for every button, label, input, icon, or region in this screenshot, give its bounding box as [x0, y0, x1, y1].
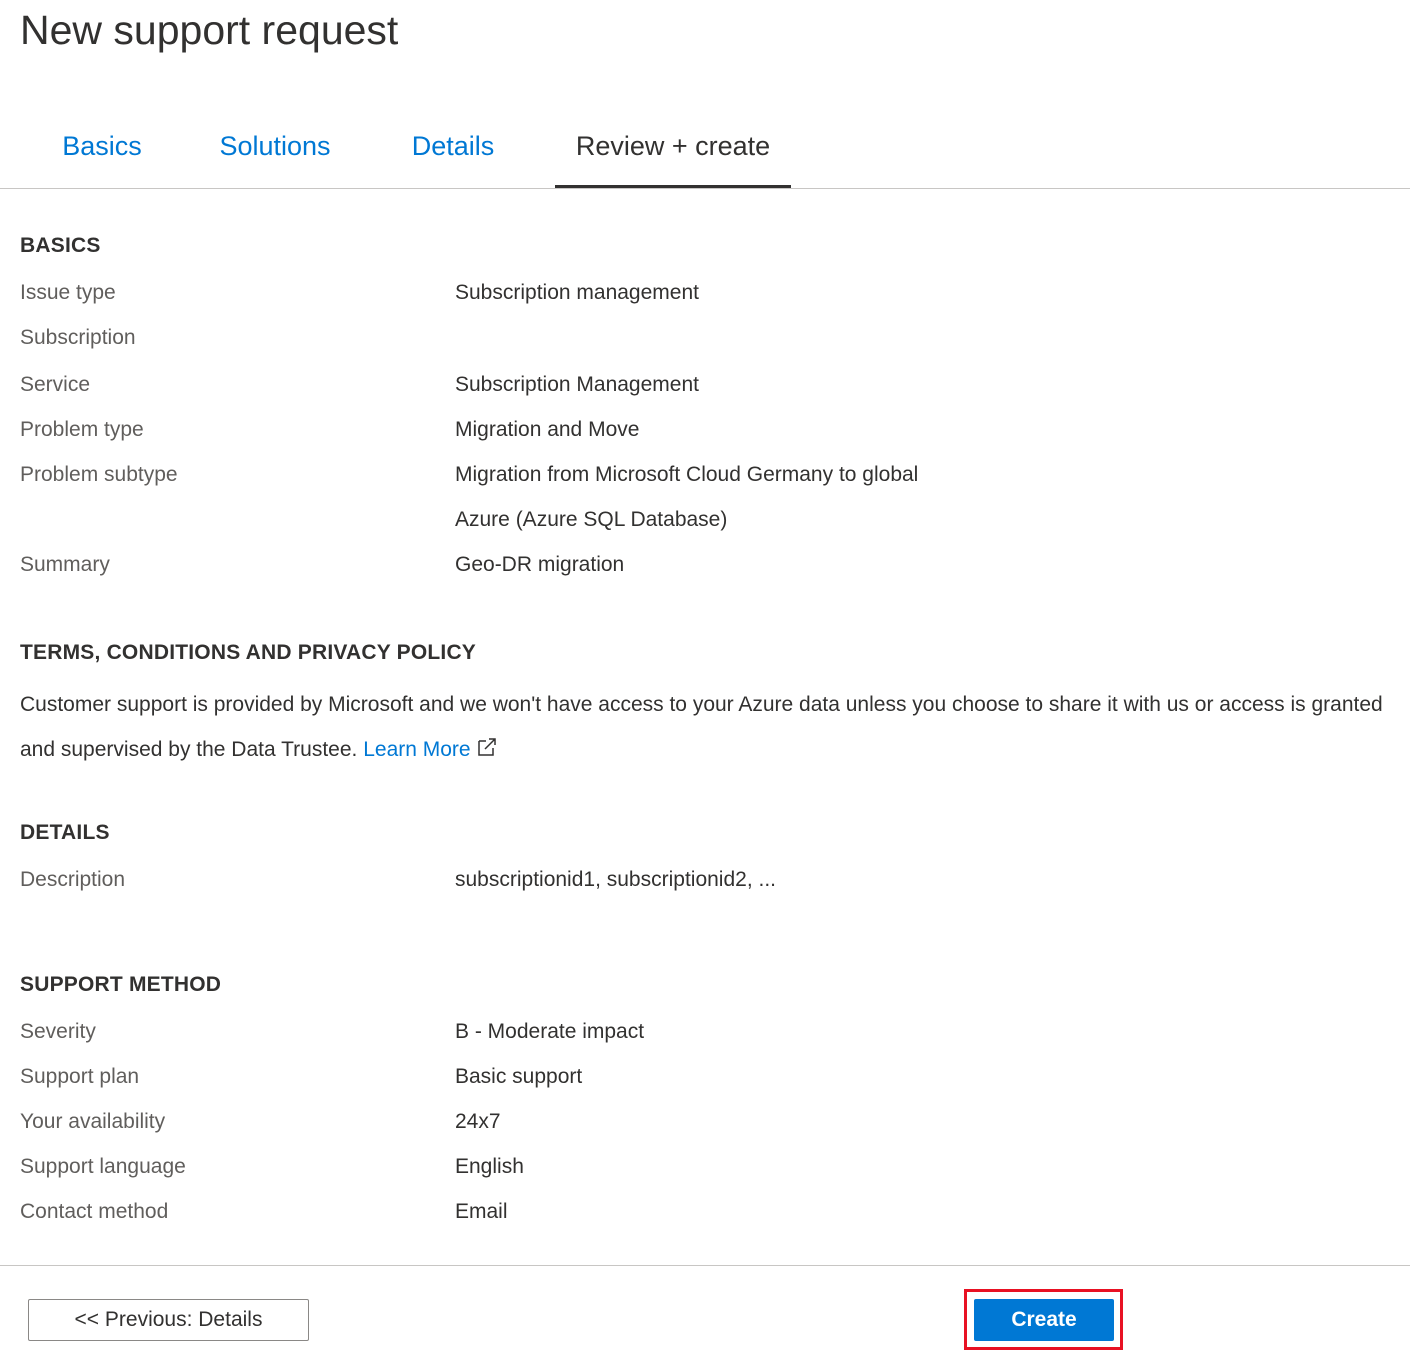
tab-details[interactable]: Details [392, 122, 514, 188]
field-label: Your availability [20, 1110, 166, 1133]
field-value: Migration from Microsoft Cloud Germany t… [455, 463, 919, 486]
field-label: Problem subtype [20, 463, 178, 486]
learn-more-link[interactable]: Learn More [363, 738, 496, 761]
learn-more-label: Learn More [363, 738, 471, 761]
support-row-severity: Severity B - Moderate impact [0, 1017, 1410, 1047]
previous-details-button[interactable]: << Previous: Details [28, 1299, 309, 1341]
field-value: Email [455, 1200, 508, 1223]
support-row-availability: Your availability 24x7 [0, 1107, 1410, 1137]
basics-row-issue-type: Issue type Subscription management [0, 278, 1410, 308]
basics-row-problem-type: Problem type Migration and Move [0, 415, 1410, 445]
basics-row-summary: Summary Geo-DR migration [0, 550, 1410, 580]
basics-row-service: Service Subscription Management [0, 370, 1410, 400]
field-label: Issue type [20, 281, 116, 304]
field-value: Subscription Management [455, 373, 699, 396]
field-label: Support plan [20, 1065, 140, 1088]
field-value: Basic support [455, 1065, 583, 1088]
terms-text: Customer support is provided by Microsof… [20, 693, 1383, 761]
field-value: Subscription management [455, 281, 699, 304]
basics-row-problem-subtype: Problem subtype Migration from Microsoft… [0, 460, 1410, 490]
field-label: Service [20, 373, 91, 396]
field-value: Migration and Move [455, 418, 640, 441]
terms-paragraph: Customer support is provided by Microsof… [20, 682, 1410, 773]
field-label: Subscription [20, 326, 136, 349]
details-heading: DETAILS [20, 821, 110, 844]
field-label: Problem type [20, 418, 144, 441]
field-value: Azure (Azure SQL Database) [455, 508, 728, 531]
footer-divider [0, 1265, 1410, 1266]
support-request-page: New support request Basics Solutions Det… [0, 0, 1410, 1354]
field-value: Geo-DR migration [455, 553, 625, 576]
field-label: Summary [20, 553, 110, 576]
support-row-language: Support language English [0, 1152, 1410, 1182]
tab-solutions[interactable]: Solutions [200, 122, 350, 188]
page-title: New support request [20, 7, 399, 53]
field-value: subscriptionid1, subscriptionid2, ... [455, 868, 776, 891]
support-row-contact-method: Contact method Email [0, 1197, 1410, 1227]
external-link-icon [477, 728, 497, 773]
tab-basics[interactable]: Basics [46, 122, 158, 188]
field-value: 24x7 [455, 1110, 501, 1133]
field-label: Contact method [20, 1200, 169, 1223]
field-value: B - Moderate impact [455, 1020, 645, 1043]
tab-review-create[interactable]: Review + create [555, 122, 791, 188]
field-label: Severity [20, 1020, 96, 1043]
field-value: English [455, 1155, 524, 1178]
terms-heading: TERMS, CONDITIONS AND PRIVACY POLICY [20, 641, 477, 664]
create-button[interactable]: Create [974, 1299, 1114, 1341]
support-row-support-plan: Support plan Basic support [0, 1062, 1410, 1092]
basics-row-problem-subtype-continued: Azure (Azure SQL Database) [0, 505, 1410, 535]
field-label: Support language [20, 1155, 186, 1178]
basics-row-subscription: Subscription [0, 323, 1410, 353]
wizard-tabs: Basics Solutions Details Review + create [0, 100, 1410, 189]
basics-heading: BASICS [20, 234, 101, 257]
details-row-description: Description subscriptionid1, subscriptio… [0, 865, 1410, 895]
field-label: Description [20, 868, 126, 891]
support-method-heading: SUPPORT METHOD [20, 973, 222, 996]
